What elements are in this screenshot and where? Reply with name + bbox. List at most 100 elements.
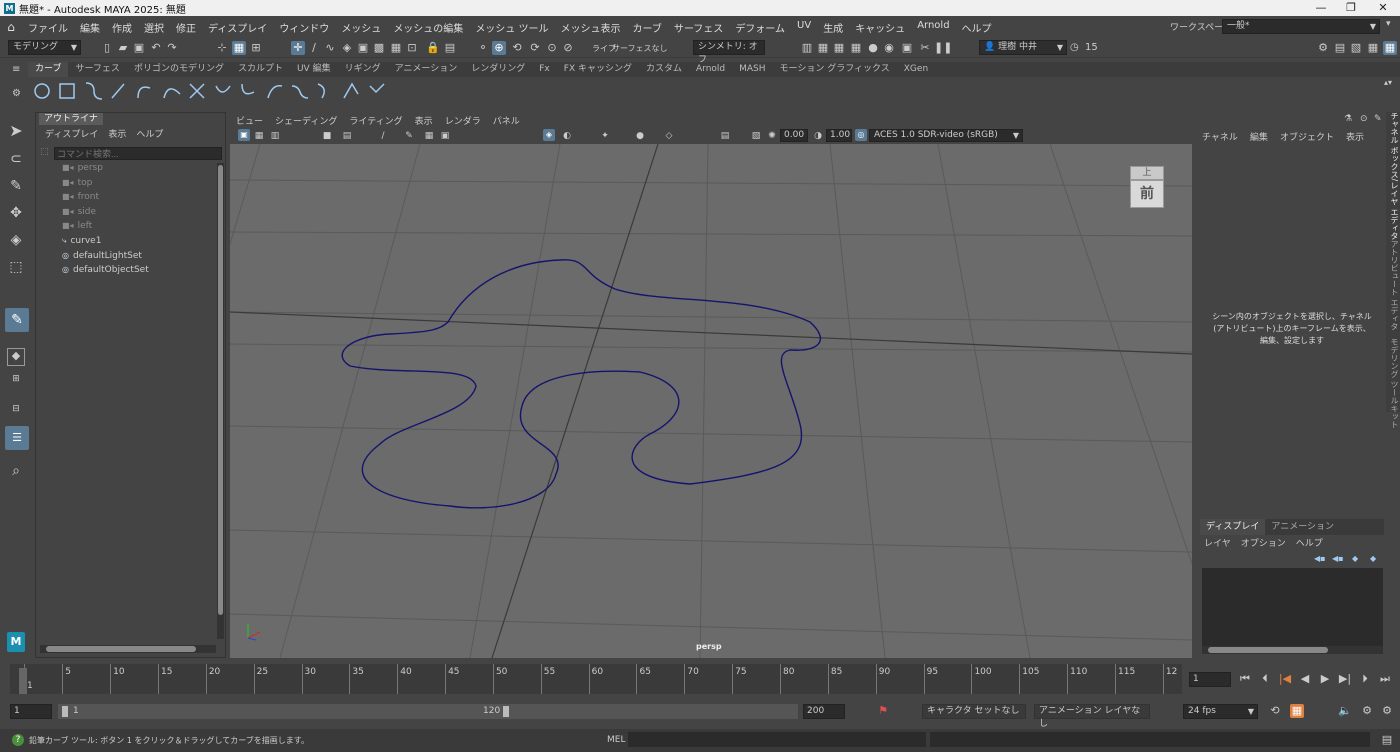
pause-icon[interactable]: ❚❚	[934, 41, 952, 55]
arnold-tool-icon[interactable]: ✂	[918, 41, 932, 55]
single-pane-icon[interactable]: ◆	[7, 348, 25, 366]
shelf-menu-icon[interactable]: ≡	[12, 64, 20, 75]
anim-start-field[interactable]: 1	[10, 704, 52, 719]
shelf-tab[interactable]: UV 編集	[290, 62, 338, 77]
xray-icon[interactable]: ◇	[662, 129, 676, 143]
exposure-icon[interactable]: ✺	[765, 129, 779, 143]
prev-key-icon[interactable]: |◀	[1278, 672, 1292, 686]
channelbox-menu-item[interactable]: 編集	[1250, 130, 1274, 143]
camera-attr-icon[interactable]: ▦	[252, 129, 266, 143]
snap-surface-icon[interactable]: ▣	[356, 41, 370, 55]
outliner-item[interactable]: ◎ defaultObjectSet	[62, 265, 149, 275]
layer-menu-item[interactable]: オプション	[1241, 536, 1286, 549]
hypershade-icon[interactable]: ●	[866, 41, 880, 55]
menu-item[interactable]: カーブ	[627, 20, 668, 35]
hud-icon[interactable]: ▣	[438, 129, 452, 143]
attribute-editor-icon[interactable]: ▤	[1333, 41, 1347, 55]
viewcube-top[interactable]: 上	[1130, 166, 1164, 180]
shelf-tab[interactable]: カーブ	[28, 62, 69, 77]
reflect-icon[interactable]: ⟲	[510, 41, 524, 55]
outliner-item[interactable]: ⤷ curve1	[62, 236, 101, 246]
next-key-icon[interactable]: ▶|	[1338, 672, 1352, 686]
two-pane-icon[interactable]: ⊟	[7, 402, 25, 420]
shelf-tab[interactable]: Fx	[532, 62, 557, 77]
move-tool-icon[interactable]: ✥	[9, 206, 23, 220]
image-plane-icon[interactable]: ▤	[340, 129, 354, 143]
anim-prefs-icon[interactable]: ⚙	[1360, 704, 1374, 718]
snap-bone-icon[interactable]: ⊡	[405, 41, 419, 55]
shelf-scroll-icon[interactable]: ▴▾	[1384, 78, 1392, 87]
side-tab[interactable]: モデリング ツールキット	[1386, 338, 1400, 429]
color-management-icon[interactable]: ◎	[855, 129, 867, 141]
render-settings-icon[interactable]: ▦	[849, 41, 863, 55]
arnold-ipr-icon[interactable]: ▣	[900, 41, 914, 55]
rotate-tool-icon[interactable]: ◈	[9, 233, 23, 247]
search-icon[interactable]: ⌕	[9, 464, 23, 478]
live-surface-value[interactable]: サーフェスなし	[612, 43, 668, 54]
soft-select-icon[interactable]: ⚬	[476, 41, 490, 55]
layer-list[interactable]	[1202, 568, 1383, 646]
outliner-item[interactable]: ■◂ left	[62, 221, 92, 231]
select-hierarchy-icon[interactable]: ⊹	[215, 41, 229, 55]
outliner-menu-item[interactable]: 表示	[103, 127, 131, 140]
shadows-icon[interactable]: ●	[633, 129, 647, 143]
lock-icon[interactable]: 🔒	[426, 41, 440, 55]
colorspace-dropdown[interactable]: ACES 1.0 SDR-video (sRGB) ▼	[869, 129, 1023, 142]
snap-live-icon[interactable]: ▩	[372, 41, 386, 55]
range-bar[interactable]: 1 120	[58, 704, 798, 719]
smooth-shade-icon[interactable]: ◈	[543, 129, 555, 141]
ipr-render-icon[interactable]: ▦	[832, 41, 846, 55]
command-input[interactable]	[628, 732, 926, 747]
panel-menu-item[interactable]: 表示	[409, 114, 439, 128]
menu-item[interactable]: 編集	[74, 20, 106, 35]
go-to-end-icon[interactable]: ⏭	[1378, 672, 1392, 686]
exposure-field[interactable]: 0.00	[780, 129, 808, 142]
new-scene-icon[interactable]: ▯	[100, 41, 114, 55]
loop-icon[interactable]: ⟲	[1268, 704, 1282, 718]
step-back-icon[interactable]: ◀	[1298, 672, 1312, 686]
menu-item[interactable]: ディスプレイ	[202, 20, 273, 35]
shelf-tab[interactable]: レンダリング	[464, 62, 532, 77]
menu-item[interactable]: Arnold	[911, 20, 955, 35]
current-frame-field[interactable]: 1	[1189, 672, 1231, 687]
auto-key-icon[interactable]: ⚑	[876, 704, 890, 718]
film-gate-icon[interactable]: ∕	[376, 129, 390, 143]
shelf-tab[interactable]: サーフェス	[68, 62, 126, 77]
minimize-icon[interactable]: —	[1306, 0, 1336, 16]
panel-menu-item[interactable]: レンダラ	[439, 114, 487, 128]
settings-icon[interactable]: ⚙	[1380, 704, 1394, 718]
menu-item[interactable]: メッシュ表示	[555, 20, 627, 35]
go-to-start-icon[interactable]: ⏮	[1238, 672, 1252, 686]
home-icon[interactable]: ⌂	[0, 20, 22, 34]
bookmark-icon[interactable]: ▥	[268, 129, 282, 143]
shelf-tab[interactable]: リギング	[338, 62, 388, 77]
snap-point-icon[interactable]: ∿	[323, 41, 337, 55]
timeline-ruler[interactable]: 1 5 10 15 20 25 30 35 40 45 50 55 60 65 70 75 80 85 90 95 10…	[10, 664, 1182, 694]
shelf-tab[interactable]: MASH	[732, 62, 772, 77]
cache-icon[interactable]: ▦	[1290, 704, 1304, 718]
menu-item[interactable]: ウィンドウ	[273, 20, 335, 35]
layer-tab[interactable]: アニメーション	[1265, 519, 1340, 535]
shelf-tab[interactable]: アニメーション	[388, 62, 465, 77]
tweak-icon[interactable]: ⟳	[528, 41, 542, 55]
shelf-tab[interactable]: FX キャッシング	[557, 62, 639, 77]
user-account[interactable]: 👤 理樹 中井 ▼	[979, 40, 1067, 55]
layer-tab[interactable]: ディスプレイ	[1200, 519, 1266, 535]
workspace-dropdown[interactable]: 一般* ▼	[1222, 19, 1380, 34]
save-scene-icon[interactable]: ▣	[132, 41, 146, 55]
snap-vertex-icon[interactable]: ▦	[389, 41, 403, 55]
layer-move-up-icon[interactable]: ◆	[1352, 554, 1358, 563]
menu-item[interactable]: 選択	[138, 20, 170, 35]
resolution-gate-icon[interactable]: ▧	[749, 129, 763, 143]
sidebar-toggle-icon[interactable]: ▦	[1383, 41, 1397, 55]
collapse-icon[interactable]: ⊘	[561, 41, 575, 55]
sound-icon[interactable]: 🔈	[1338, 704, 1352, 718]
shelf-tab[interactable]: ポリゴンのモデリング	[127, 62, 231, 77]
layer-menu-item[interactable]: ヘルプ	[1296, 536, 1323, 549]
select-component-icon[interactable]: ⊞	[249, 41, 263, 55]
restore-icon[interactable]: ❐	[1336, 0, 1366, 16]
layer-new-selected-icon[interactable]: ◀▪	[1332, 554, 1344, 563]
layer-scrollbar[interactable]	[1202, 646, 1383, 654]
symmetry-dropdown[interactable]: シンメトリ: オフ	[693, 40, 765, 65]
channelbox-menu-item[interactable]: オブジェクト	[1280, 130, 1340, 143]
